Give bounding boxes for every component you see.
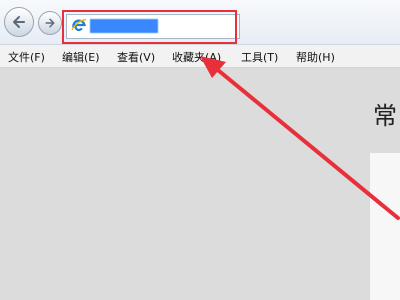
menu-favorites[interactable]: 收藏夹(A) — [172, 49, 221, 65]
menu-tools[interactable]: 工具(T) — [241, 49, 278, 65]
content-panel — [370, 153, 400, 300]
menu-bar: 文件(F) 编辑(E) 查看(V) 收藏夹(A) 工具(T) 帮助(H) — [0, 45, 400, 68]
menu-help[interactable]: 帮助(H) — [296, 49, 335, 65]
menu-view[interactable]: 查看(V) — [117, 49, 155, 65]
forward-arrow-icon — [44, 17, 56, 29]
annotation-highlight-box — [62, 10, 237, 44]
menu-file[interactable]: 文件(F) — [8, 49, 45, 65]
page-content — [0, 68, 400, 300]
forward-button[interactable] — [38, 11, 62, 35]
back-arrow-icon — [11, 14, 27, 30]
page-heading: 常 — [373, 102, 397, 130]
menu-edit[interactable]: 编辑(E) — [62, 49, 100, 65]
back-button[interactable] — [4, 7, 34, 37]
